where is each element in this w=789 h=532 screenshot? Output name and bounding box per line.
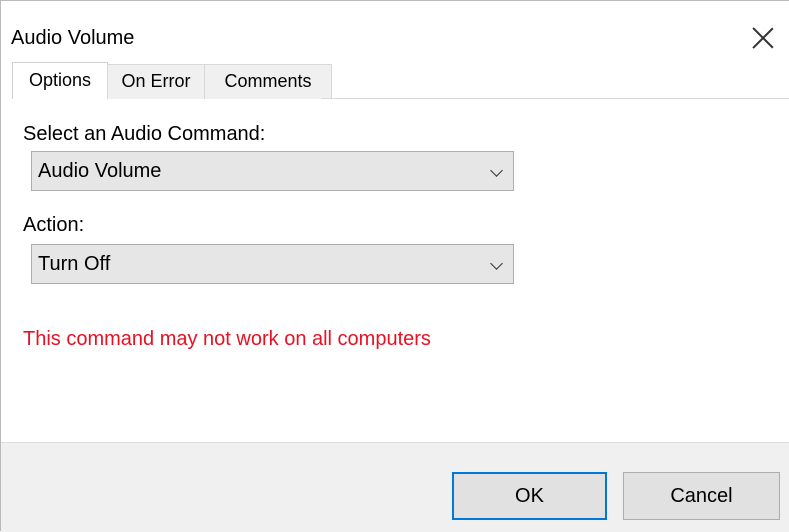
chevron-down-icon	[490, 257, 503, 270]
tab-divider	[321, 98, 789, 99]
tab-comments[interactable]: Comments	[204, 64, 332, 99]
action-select-value: Turn Off	[38, 253, 111, 275]
ok-button[interactable]: OK	[452, 472, 607, 520]
tab-on-error[interactable]: On Error	[107, 64, 205, 99]
close-icon[interactable]	[745, 21, 781, 55]
cancel-button[interactable]: Cancel	[623, 472, 780, 520]
dialog-title: Audio Volume	[11, 27, 135, 49]
action-label: Action:	[23, 214, 85, 236]
tab-options[interactable]: Options	[12, 62, 108, 99]
dialog-window: Audio Volume Options On Error Comments S…	[0, 0, 789, 532]
warning-message: This command may not work on all compute…	[23, 328, 431, 350]
action-select[interactable]: Turn Off	[31, 244, 514, 284]
command-select-value: Audio Volume	[38, 160, 162, 182]
chevron-down-icon	[490, 164, 503, 177]
command-select[interactable]: Audio Volume	[31, 151, 514, 191]
command-label: Select an Audio Command:	[23, 123, 266, 145]
